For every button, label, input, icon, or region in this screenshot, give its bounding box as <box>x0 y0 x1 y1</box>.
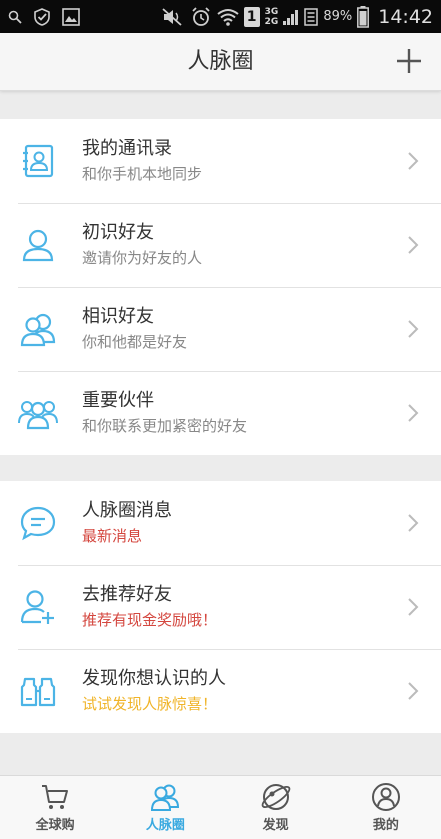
list-item-important-partners[interactable]: 重要伙伴 和你联系更加紧密的好友 <box>0 371 441 455</box>
list-item-title: 初识好友 <box>82 222 154 243</box>
friends-group: 我的通讯录 和你手机本地同步 初识好友 邀请你为好友的人 相识好友 你和他都是好… <box>0 119 441 455</box>
chevron-right-icon <box>408 404 419 422</box>
list-item-title: 人脉圈消息 <box>82 500 172 521</box>
alarm-icon <box>190 6 212 28</box>
chevron-right-icon <box>408 236 419 254</box>
group-persons-icon <box>18 393 58 433</box>
list-item-subtitle: 邀请你为好友的人 <box>82 249 203 267</box>
tab-label: 我的 <box>372 818 399 833</box>
wifi-icon <box>217 7 239 27</box>
network-type: 3G 2G <box>265 7 279 27</box>
battery-icon <box>357 5 370 28</box>
tab-label: 发现 <box>262 818 289 833</box>
chevron-right-icon <box>408 682 419 700</box>
title-bar: 人脉圈 <box>0 33 441 91</box>
chevron-right-icon <box>408 320 419 338</box>
list-item-title: 相识好友 <box>82 306 154 327</box>
actions-group: 人脉圈消息 最新消息 去推荐好友 推荐有现金奖励哦！ 发现你想认识的人 试试发现… <box>0 481 441 733</box>
single-person-icon <box>18 225 58 265</box>
list-item-subtitle: 推荐有现金奖励哦！ <box>82 611 218 629</box>
shield-check-icon <box>32 7 52 27</box>
list-item-title: 发现你想认识的人 <box>82 668 226 689</box>
sim-slot-badge: 1 <box>243 6 260 27</box>
list-item-subtitle: 试试发现人脉惊喜！ <box>82 695 218 713</box>
chat-bubble-icon <box>18 503 58 543</box>
notification-icon <box>304 7 319 26</box>
planet-icon <box>261 782 291 812</box>
list-item-discover-people[interactable]: 发现你想认识的人 试试发现人脉惊喜！ <box>0 649 441 733</box>
tab-people-circle[interactable]: 人脉圈 <box>110 776 220 839</box>
tab-label: 全球购 <box>35 818 75 833</box>
people-circle-icon <box>150 782 180 812</box>
bottom-tab-bar: 全球购 人脉圈 发现 我的 <box>0 775 441 839</box>
list-item-subtitle: 和你手机本地同步 <box>82 165 203 183</box>
clock: 14:42 <box>378 5 433 28</box>
list-item-circle-messages[interactable]: 人脉圈消息 最新消息 <box>0 481 441 565</box>
add-person-icon <box>18 587 58 627</box>
plus-icon <box>397 49 421 73</box>
battery-percent: 89% <box>323 9 353 24</box>
search-icon <box>8 10 22 24</box>
binoculars-icon <box>18 671 58 711</box>
mute-icon <box>161 7 185 27</box>
list-item-subtitle: 最新消息 <box>82 527 143 545</box>
list-item-contacts[interactable]: 我的通讯录 和你手机本地同步 <box>0 119 441 203</box>
add-button[interactable] <box>395 47 423 75</box>
chevron-right-icon <box>408 514 419 532</box>
status-bar: 1 3G 2G 89% 14:42 <box>0 0 441 33</box>
tab-global-shopping[interactable]: 全球购 <box>0 776 110 839</box>
cart-icon <box>40 782 70 812</box>
tab-label: 人脉圈 <box>145 818 185 833</box>
list-item-recommend-friends[interactable]: 去推荐好友 推荐有现金奖励哦！ <box>0 565 441 649</box>
network-top-label: 3G <box>264 6 279 17</box>
list-item-subtitle: 和你联系更加紧密的好友 <box>82 417 248 435</box>
list-item-subtitle: 你和他都是好友 <box>82 333 188 351</box>
list-item-title: 去推荐好友 <box>82 584 172 605</box>
contacts-book-icon <box>18 141 58 181</box>
image-icon <box>62 7 80 26</box>
list-item-title: 我的通讯录 <box>82 138 172 159</box>
two-persons-icon <box>18 309 58 349</box>
list-item-title: 重要伙伴 <box>82 390 154 411</box>
list-item-new-friends[interactable]: 初识好友 邀请你为好友的人 <box>0 203 441 287</box>
profile-icon <box>371 782 401 812</box>
chevron-right-icon <box>408 152 419 170</box>
tab-discover[interactable]: 发现 <box>221 776 331 839</box>
chevron-right-icon <box>408 598 419 616</box>
signal-icon <box>283 9 299 25</box>
tab-mine[interactable]: 我的 <box>331 776 441 839</box>
list-item-mutual-friends[interactable]: 相识好友 你和他都是好友 <box>0 287 441 371</box>
page-title: 人脉圈 <box>187 49 254 74</box>
network-bottom-label: 2G <box>264 16 279 27</box>
